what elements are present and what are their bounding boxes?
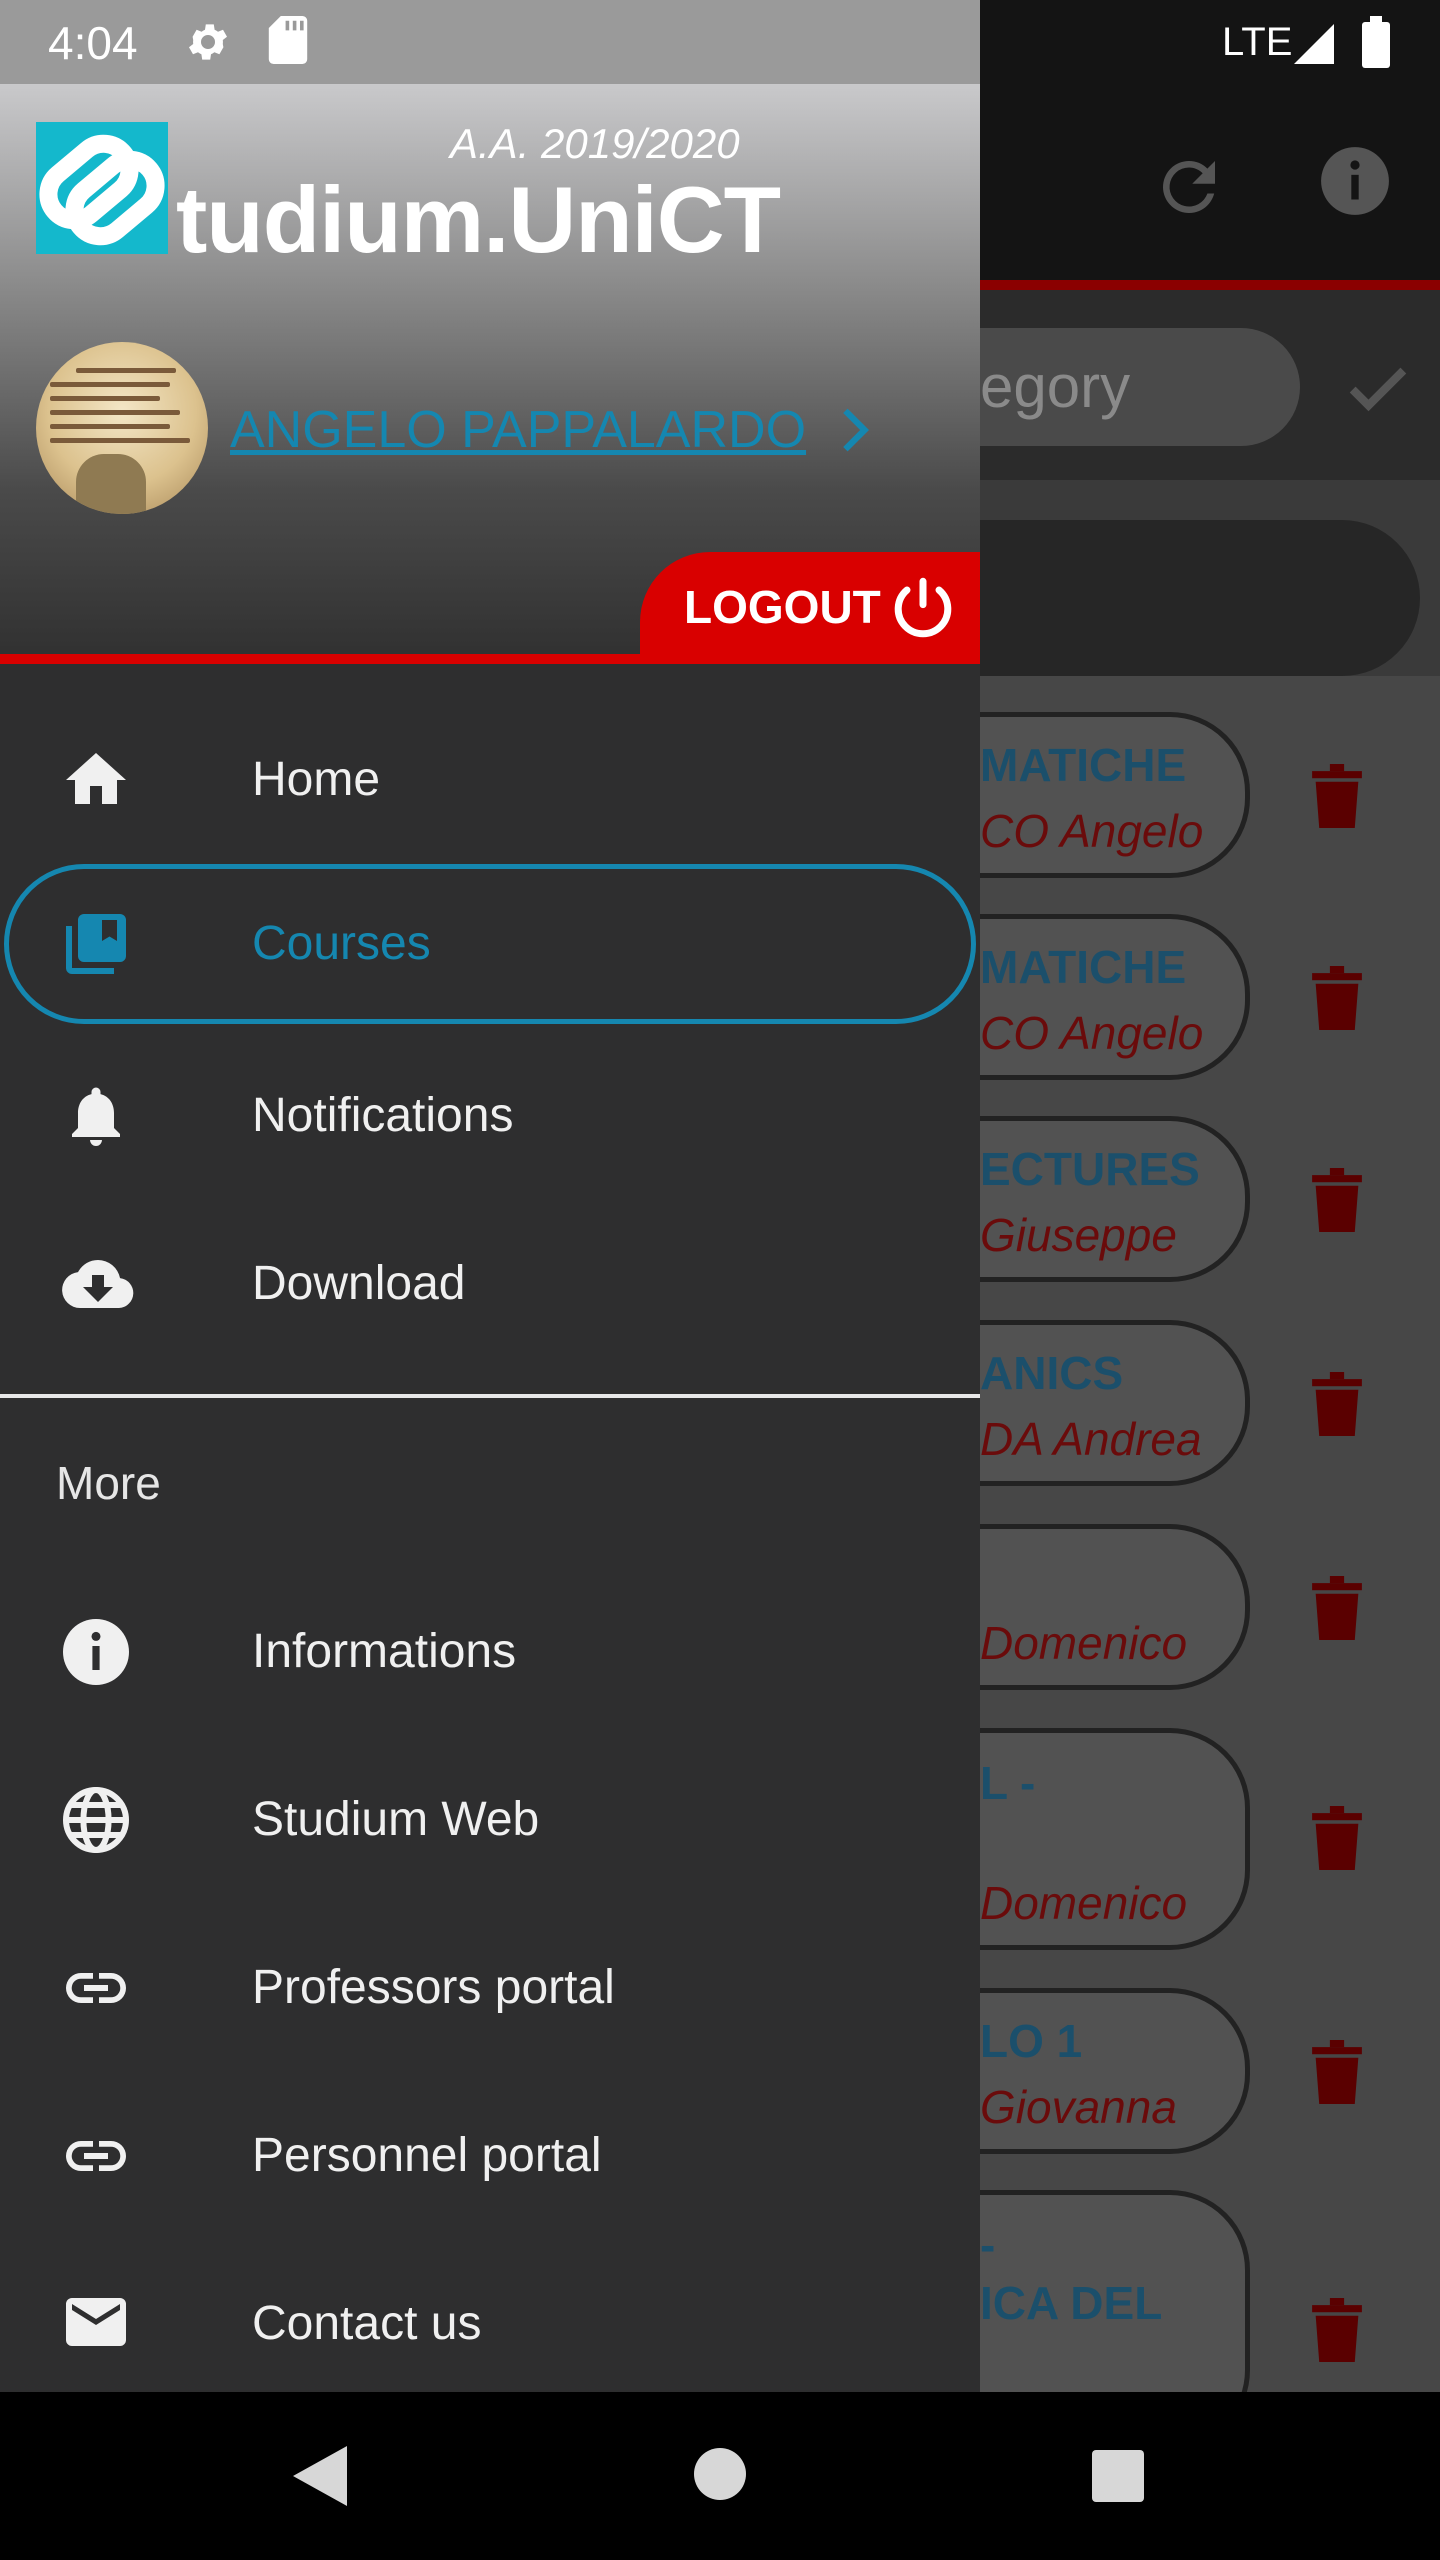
course-card-title: L - [980, 1757, 1036, 1809]
cloud-download-icon [62, 1260, 134, 1308]
system-navigation-bar [0, 2392, 1440, 2560]
menu-item-studium-web[interactable]: Studium Web [0, 1736, 980, 1904]
gear-icon [189, 24, 227, 60]
logout-label: LOGOUT [684, 581, 881, 633]
course-card-professor: Giovanna [980, 2081, 1177, 2133]
menu-item-informations[interactable]: Informations [0, 1568, 980, 1736]
trash-icon [1312, 2298, 1362, 2362]
trash-icon [1312, 764, 1362, 828]
menu-item-courses[interactable]: Courses [0, 864, 980, 1032]
library-books-icon [66, 914, 126, 974]
background-accent-line [980, 280, 1440, 290]
battery-icon [1362, 16, 1390, 68]
more-section-label: More [56, 1457, 161, 1509]
logout-button[interactable]: LOGOUT [640, 552, 980, 664]
logo-s-icon [39, 134, 165, 246]
chevron-right-icon[interactable] [838, 406, 872, 454]
course-card-professor: Domenico [980, 1617, 1188, 1669]
menu-item-label: Studium Web [252, 1793, 540, 1846]
course-card-professor: CO Angelo [980, 805, 1204, 857]
recents-button[interactable] [1092, 2450, 1144, 2502]
menu-item-label: Home [252, 753, 381, 806]
trash-icon [1312, 1168, 1362, 1232]
signal-icon [1294, 24, 1334, 64]
network-type: LTE [1222, 20, 1293, 64]
user-profile-link[interactable]: ANGELO PAPPALARDO [230, 400, 806, 460]
course-card-title: LO 1 [980, 2015, 1083, 2067]
course-card-professor: Domenico [980, 1877, 1188, 1929]
check-icon [1349, 367, 1407, 412]
menu-item-label: Courses [252, 917, 431, 970]
menu-item-label: Informations [252, 1625, 517, 1678]
navigation-drawer: A.A. 2019/2020 tudium.UniCT ANGELO PAPPA… [0, 84, 980, 2392]
trash-icon [1312, 1576, 1362, 1640]
trash-icon [1312, 2040, 1362, 2104]
menu-item-home[interactable]: Home [0, 696, 980, 864]
trash-icon [1312, 1372, 1362, 1436]
drawer-divider [0, 1394, 980, 1398]
menu-item-label: Personnel portal [252, 2129, 602, 2182]
menu-item-notifications[interactable]: Notifications [0, 1032, 980, 1200]
status-bar-drawer-section [0, 0, 980, 84]
info-icon [1321, 147, 1389, 215]
trash-icon [1312, 966, 1362, 1030]
app-name: tudium.UniCT [176, 167, 781, 272]
sd-card-icon [268, 16, 308, 64]
link-icon [66, 1973, 126, 2003]
refresh-icon [1163, 160, 1215, 213]
info-icon [63, 1619, 129, 1685]
status-bar: 4:04 LTE [0, 0, 1440, 84]
back-icon[interactable] [290, 2442, 350, 2510]
link-icon [66, 2141, 126, 2171]
course-card-subtitle: ICA DEL [980, 2277, 1163, 2329]
course-card-title: - [980, 2219, 996, 2271]
trash-icon [1312, 1806, 1362, 1870]
category-placeholder: egory [980, 353, 1131, 420]
academic-year: A.A. 2019/2020 [450, 120, 740, 167]
course-card-title: ECTURES [980, 1143, 1200, 1195]
course-card-professor: DA Andrea [980, 1413, 1202, 1465]
menu-item-personnel-portal[interactable]: Personnel portal [0, 2072, 980, 2240]
bell-icon [72, 1087, 120, 1146]
menu-item-label: Professors portal [252, 1961, 615, 2014]
menu-item-label: Download [252, 1257, 466, 1310]
course-card-title: ANICS [980, 1347, 1124, 1399]
course-card-title: MATICHE [980, 941, 1187, 993]
globe-icon [63, 1787, 129, 1853]
menu-item-download[interactable]: Download [0, 1200, 980, 1368]
drawer-header: A.A. 2019/2020 tudium.UniCT ANGELO PAPPA… [0, 84, 980, 664]
home-icon [66, 753, 126, 804]
menu-item-label: Contact us [252, 2297, 482, 2350]
avatar[interactable] [36, 342, 208, 514]
course-card-professor: Giuseppe [980, 1209, 1177, 1261]
app-logo [36, 122, 168, 254]
menu-item-contact-us[interactable]: Contact us [0, 2240, 980, 2392]
status-time: 4:04 [48, 17, 138, 69]
course-card-title: MATICHE [980, 739, 1187, 791]
mail-icon [66, 2298, 126, 2346]
menu-item-professors-portal[interactable]: Professors portal [0, 1904, 980, 2072]
course-card-professor: CO Angelo [980, 1007, 1204, 1059]
power-icon [894, 577, 952, 638]
menu-item-label: Notifications [252, 1089, 514, 1142]
home-button[interactable] [694, 2448, 746, 2500]
